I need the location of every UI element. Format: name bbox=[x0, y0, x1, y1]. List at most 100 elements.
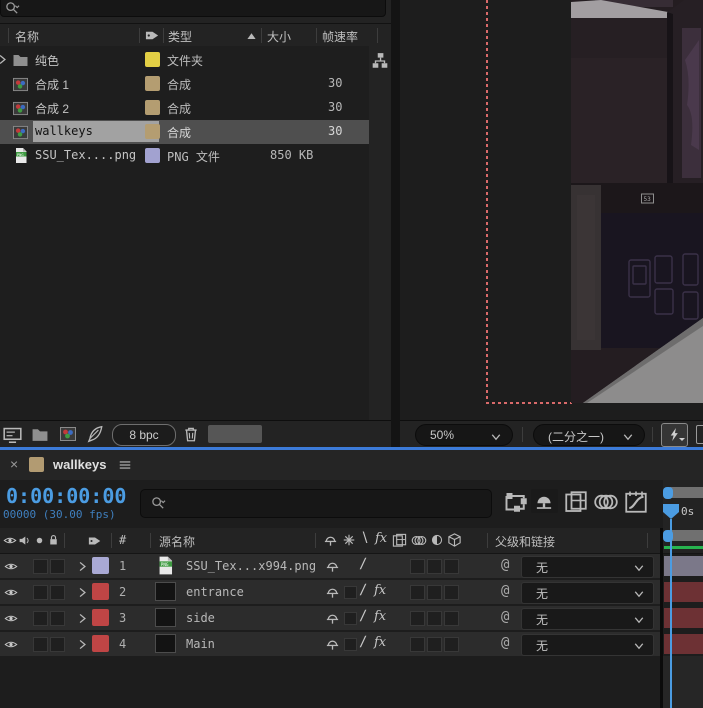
solo-cell[interactable] bbox=[33, 637, 48, 652]
project-search-input[interactable] bbox=[0, 0, 386, 17]
shy-icon[interactable] bbox=[323, 533, 338, 548]
time-navigator-handle[interactable] bbox=[663, 487, 673, 499]
layer-name[interactable]: SSU_Tex...x994.png bbox=[186, 559, 316, 573]
interpret-footage-icon[interactable] bbox=[3, 425, 22, 444]
layer-row-4[interactable]: 4 Main ∕ fx @ 无 bbox=[0, 632, 660, 656]
item-name[interactable]: wallkeys bbox=[35, 124, 93, 138]
time-navigator-bar[interactable] bbox=[670, 487, 703, 498]
item-name[interactable]: 合成 1 bbox=[35, 76, 69, 93]
collapse-cell[interactable] bbox=[344, 638, 357, 651]
lock-cell[interactable] bbox=[50, 559, 65, 574]
motion-blur-icon[interactable] bbox=[593, 490, 619, 514]
adjustment-cell[interactable] bbox=[427, 585, 442, 600]
twirl-icon[interactable] bbox=[76, 638, 89, 651]
shy-icon[interactable] bbox=[325, 637, 340, 652]
work-area-bar[interactable] bbox=[670, 530, 703, 541]
column-parent-link[interactable]: 父级和链接 bbox=[495, 533, 555, 550]
lock-cell[interactable] bbox=[50, 611, 65, 626]
quality-switch[interactable]: ∕ bbox=[359, 634, 367, 650]
column-source-name[interactable]: 源名称 bbox=[159, 533, 195, 550]
adjustment-cell[interactable] bbox=[427, 637, 442, 652]
solo-icon[interactable] bbox=[33, 534, 46, 547]
label-chip[interactable] bbox=[145, 124, 160, 139]
pick-whip-icon[interactable]: @ bbox=[501, 635, 509, 651]
label-column-tag-icon[interactable] bbox=[145, 28, 160, 43]
3d-cell[interactable] bbox=[444, 585, 459, 600]
layer-row-2[interactable]: 2 entrance ∕ fx @ 无 bbox=[0, 580, 660, 604]
quality-switch[interactable]: ∕ bbox=[359, 556, 367, 572]
partial-toolbar-icon[interactable] bbox=[696, 425, 703, 444]
current-time-display[interactable]: 0:00:00:00 bbox=[6, 484, 126, 508]
sort-ascending-icon[interactable] bbox=[245, 30, 258, 43]
layer-color-swatch[interactable] bbox=[92, 557, 109, 574]
3d-cell[interactable] bbox=[444, 559, 459, 574]
draft-3d-button[interactable] bbox=[531, 489, 558, 513]
column-size[interactable]: 大小 bbox=[267, 28, 291, 45]
timeline-tab-title[interactable]: wallkeys bbox=[53, 457, 107, 472]
lock-cell[interactable] bbox=[50, 585, 65, 600]
label-chip[interactable] bbox=[145, 100, 160, 115]
project-row-folder[interactable]: 纯色 文件夹 bbox=[0, 48, 369, 72]
parent-dropdown[interactable]: 无 bbox=[521, 608, 654, 630]
pick-whip-icon[interactable]: @ bbox=[501, 609, 509, 625]
close-icon[interactable]: × bbox=[10, 456, 18, 472]
adjustment-layer-icon[interactable] bbox=[430, 533, 444, 547]
layer-color-swatch[interactable] bbox=[92, 609, 109, 626]
new-composition-icon[interactable] bbox=[59, 426, 77, 442]
twirl-icon[interactable] bbox=[76, 586, 89, 599]
layer-color-swatch[interactable] bbox=[92, 635, 109, 652]
item-name[interactable]: 纯色 bbox=[35, 52, 59, 69]
parent-dropdown[interactable]: 无 bbox=[521, 582, 654, 604]
layer-color-swatch[interactable] bbox=[92, 583, 109, 600]
comp-color-swatch[interactable] bbox=[29, 457, 44, 472]
quality-switch[interactable]: ∕ bbox=[359, 608, 367, 624]
mini-flowchart-icon[interactable] bbox=[504, 490, 530, 514]
3d-cell[interactable] bbox=[444, 637, 459, 652]
parent-dropdown[interactable]: 无 bbox=[521, 556, 654, 578]
current-time-indicator-line[interactable] bbox=[670, 519, 672, 708]
column-index[interactable]: # bbox=[119, 533, 126, 547]
graph-editor-icon[interactable] bbox=[623, 490, 649, 514]
magnification-dropdown[interactable]: 50% bbox=[415, 424, 513, 446]
twirl-icon[interactable] bbox=[76, 612, 89, 625]
panel-menu-icon[interactable] bbox=[118, 458, 132, 472]
quality-switch[interactable]: ∕ bbox=[359, 582, 367, 598]
project-row-comp1[interactable]: 合成 1 合成 30 bbox=[0, 72, 369, 96]
collapse-cell[interactable] bbox=[344, 586, 357, 599]
parent-dropdown[interactable]: 无 bbox=[521, 634, 654, 656]
new-folder-icon[interactable] bbox=[31, 426, 49, 443]
lock-icon[interactable] bbox=[47, 533, 60, 547]
fx-switch[interactable]: fx bbox=[374, 583, 386, 598]
collapse-transforms-icon[interactable] bbox=[342, 533, 356, 547]
project-row-png[interactable]: SSU_Tex....png PNG 文件 850 KB bbox=[0, 144, 369, 168]
fx-switch[interactable]: fx bbox=[374, 609, 386, 624]
playhead-marker[interactable] bbox=[662, 503, 680, 520]
trash-icon[interactable] bbox=[182, 425, 200, 443]
video-eye-icon[interactable] bbox=[4, 586, 18, 599]
motion-blur-icon[interactable] bbox=[411, 533, 427, 548]
fx-icon[interactable]: fx bbox=[375, 531, 387, 546]
panel-splitter-vertical[interactable] bbox=[391, 0, 400, 447]
video-eye-icon[interactable] bbox=[4, 560, 18, 573]
adjustment-cell[interactable] bbox=[427, 559, 442, 574]
pick-whip-icon[interactable]: @ bbox=[501, 557, 509, 573]
item-name[interactable]: 合成 2 bbox=[35, 100, 69, 117]
motion-blur-cell[interactable] bbox=[410, 637, 425, 652]
bit-depth-button[interactable]: 8 bpc bbox=[112, 424, 176, 446]
lock-cell[interactable] bbox=[50, 637, 65, 652]
layer-name[interactable]: Main bbox=[186, 637, 215, 651]
shy-icon[interactable] bbox=[325, 559, 340, 574]
column-fps[interactable]: 帧速率 bbox=[322, 28, 358, 45]
quality-icon[interactable]: ∖ bbox=[360, 530, 369, 546]
project-flowchart-icon[interactable] bbox=[371, 52, 389, 70]
column-name[interactable]: 名称 bbox=[15, 28, 39, 45]
layer-name[interactable]: entrance bbox=[186, 585, 244, 599]
shy-icon[interactable] bbox=[325, 585, 340, 600]
solo-cell[interactable] bbox=[33, 559, 48, 574]
label-chip[interactable] bbox=[145, 148, 160, 163]
motion-blur-cell[interactable] bbox=[410, 585, 425, 600]
layer-row-1[interactable]: 1 SSU_Tex...x994.png ∕ @ 无 bbox=[0, 554, 660, 578]
motion-blur-cell[interactable] bbox=[410, 611, 425, 626]
label-chip[interactable] bbox=[145, 76, 160, 91]
resolution-dropdown[interactable]: (二分之一) bbox=[533, 424, 645, 446]
